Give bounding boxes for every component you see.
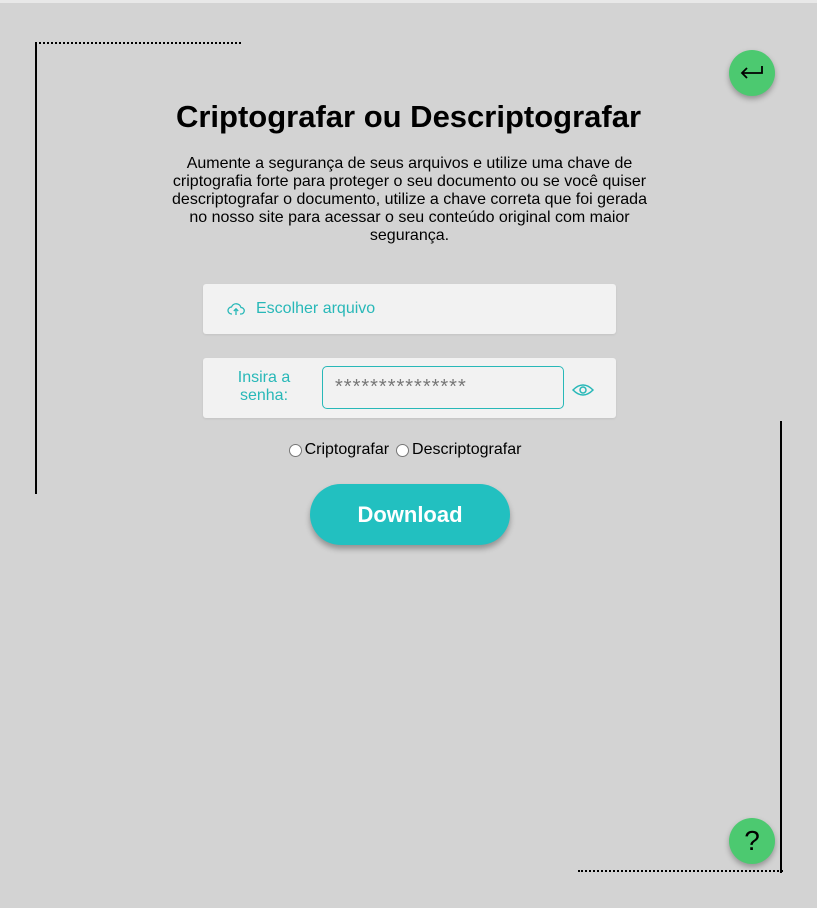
back-button[interactable]: [729, 50, 775, 96]
decrypt-radio[interactable]: [396, 443, 410, 457]
password-panel: Insira a senha:: [203, 358, 616, 418]
cloud-upload-icon: [227, 302, 245, 316]
mode-option-encrypt[interactable]: Criptografar: [288, 441, 390, 459]
return-arrow-icon: [740, 66, 763, 79]
encrypt-label: Criptografar: [304, 441, 390, 458]
eye-icon[interactable]: [572, 383, 594, 397]
decrypt-label: Descriptografar: [412, 441, 522, 458]
mode-selector: Criptografar Descriptografar: [0, 441, 817, 459]
mode-option-decrypt[interactable]: Descriptografar: [396, 441, 521, 459]
encrypt-radio[interactable]: [288, 443, 302, 457]
page-description: Aumente a segurança de seus arquivos e u…: [172, 155, 647, 244]
frame-right-border: [780, 421, 782, 873]
page-title: Criptografar ou Descriptografar: [175, 99, 642, 134]
frame-top-border: [35, 42, 241, 44]
password-input[interactable]: [322, 366, 564, 409]
help-icon: ?: [744, 825, 760, 856]
file-chooser[interactable]: Escolher arquivo: [203, 284, 616, 334]
file-chooser-label: Escolher arquivo: [256, 300, 376, 317]
frame-bottom-border: [578, 870, 783, 872]
help-button[interactable]: ?: [729, 818, 775, 864]
download-button[interactable]: Download: [310, 484, 510, 545]
password-label: Insira a senha:: [237, 369, 291, 404]
